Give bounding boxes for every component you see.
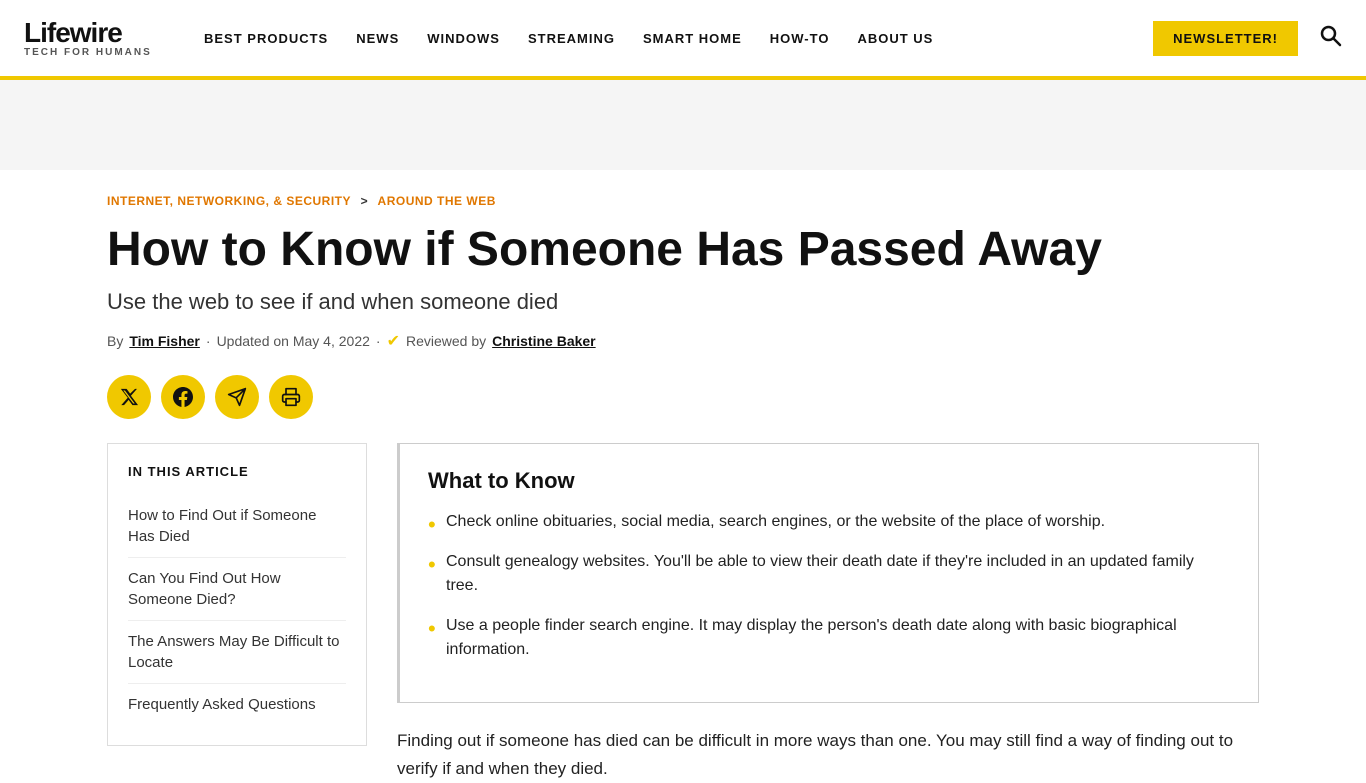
advertisement-banner bbox=[0, 80, 1366, 170]
share-buttons bbox=[107, 375, 1259, 419]
what-to-know-box: What to Know Check online obituaries, so… bbox=[397, 443, 1259, 703]
article-body: What to Know Check online obituaries, so… bbox=[397, 443, 1259, 783]
share-print-button[interactable] bbox=[269, 375, 313, 419]
two-column-layout: IN THIS ARTICLE How to Find Out if Someo… bbox=[107, 443, 1259, 783]
what-to-know-list: Check online obituaries, social media, s… bbox=[428, 510, 1230, 662]
dot-separator: · bbox=[206, 333, 211, 349]
nav-how-to[interactable]: HOW-TO bbox=[770, 31, 830, 46]
breadcrumb-parent[interactable]: INTERNET, NETWORKING, & SECURITY bbox=[107, 194, 351, 208]
article-subtitle: Use the web to see if and when someone d… bbox=[107, 289, 1259, 315]
share-telegram-button[interactable] bbox=[215, 375, 259, 419]
logo-tagline: TECH FOR HUMANS bbox=[24, 47, 164, 58]
by-label: By bbox=[107, 333, 123, 349]
breadcrumb-current[interactable]: AROUND THE WEB bbox=[378, 194, 496, 208]
reviewed-label: Reviewed by bbox=[406, 333, 486, 349]
main-content: INTERNET, NETWORKING, & SECURITY > AROUN… bbox=[83, 170, 1283, 783]
wtk-point-1: Check online obituaries, social media, s… bbox=[428, 510, 1230, 534]
article-body-text: Finding out if someone has died can be d… bbox=[397, 727, 1259, 783]
site-header: Lifewire TECH FOR HUMANS BEST PRODUCTS N… bbox=[0, 0, 1366, 80]
article-meta: By Tim Fisher · Updated on May 4, 2022 ·… bbox=[107, 331, 1259, 351]
breadcrumb-separator: > bbox=[361, 194, 369, 208]
site-logo[interactable]: Lifewire bbox=[24, 19, 164, 47]
nav-news[interactable]: NEWS bbox=[356, 31, 399, 46]
table-of-contents: IN THIS ARTICLE How to Find Out if Someo… bbox=[107, 443, 367, 746]
toc-item-1[interactable]: How to Find Out if Someone Has Died bbox=[128, 495, 346, 558]
wtk-point-3: Use a people finder search engine. It ma… bbox=[428, 614, 1230, 662]
nav-streaming[interactable]: STREAMING bbox=[528, 31, 615, 46]
share-twitter-button[interactable] bbox=[107, 375, 151, 419]
toc-item-3[interactable]: The Answers May Be Difficult to Locate bbox=[128, 621, 346, 684]
newsletter-button[interactable]: NEWSLETTER! bbox=[1153, 21, 1298, 56]
toc-box: IN THIS ARTICLE How to Find Out if Someo… bbox=[107, 443, 367, 746]
share-facebook-button[interactable] bbox=[161, 375, 205, 419]
nav-about-us[interactable]: ABOUT US bbox=[857, 31, 933, 46]
toc-title: IN THIS ARTICLE bbox=[128, 464, 346, 479]
article-title: How to Know if Someone Has Passed Away bbox=[107, 224, 1259, 277]
nav-smart-home[interactable]: SMART HOME bbox=[643, 31, 742, 46]
reviewed-checkmark: ✔ bbox=[387, 331, 400, 351]
reviewer-link[interactable]: Christine Baker bbox=[492, 333, 595, 349]
dot-separator-2: · bbox=[376, 333, 381, 349]
toc-item-4[interactable]: Frequently Asked Questions bbox=[128, 684, 346, 725]
what-to-know-title: What to Know bbox=[428, 468, 1230, 494]
search-icon[interactable] bbox=[1318, 23, 1342, 53]
author-link[interactable]: Tim Fisher bbox=[129, 333, 200, 349]
nav-windows[interactable]: WINDOWS bbox=[427, 31, 500, 46]
toc-item-2[interactable]: Can You Find Out How Someone Died? bbox=[128, 558, 346, 621]
main-nav: BEST PRODUCTS NEWS WINDOWS STREAMING SMA… bbox=[204, 31, 1133, 46]
logo-area[interactable]: Lifewire TECH FOR HUMANS bbox=[24, 19, 164, 58]
nav-best-products[interactable]: BEST PRODUCTS bbox=[204, 31, 328, 46]
updated-date: Updated on May 4, 2022 bbox=[217, 333, 370, 349]
wtk-point-2: Consult genealogy websites. You'll be ab… bbox=[428, 550, 1230, 598]
breadcrumb: INTERNET, NETWORKING, & SECURITY > AROUN… bbox=[107, 194, 1259, 208]
